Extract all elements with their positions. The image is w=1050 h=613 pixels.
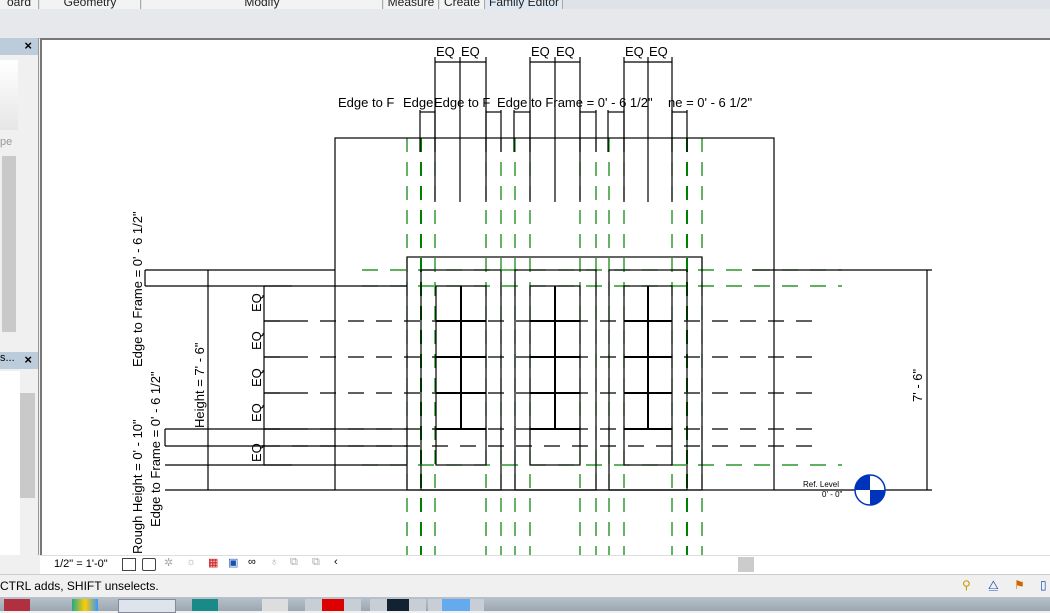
edge-to-frame-label: Edge to F [338,95,394,110]
crop-view-icon[interactable]: ▦ [208,556,218,569]
eq-label: EQ [249,403,264,422]
ribbon-panel [0,9,1050,39]
left-panels: × pe s... × [0,38,39,555]
scrollbar[interactable] [2,156,16,332]
scroll-left-icon[interactable]: ‹ [334,556,338,568]
eq-label: EQ [249,443,264,462]
taskbar-app-icon[interactable] [428,599,484,611]
taskbar-folder-icon[interactable] [262,599,288,611]
close-icon[interactable]: × [24,38,32,53]
status-message: CTRL adds, SHIFT unselects. [0,579,159,593]
level-head-icon [870,490,885,505]
eq-label: EQ [531,44,550,59]
eq-label: EQ [625,44,644,59]
type-label: pe [0,136,13,148]
close-icon[interactable]: × [24,352,32,367]
eq-label: EQ [249,331,264,350]
select-links-icon[interactable]: ⚲ [962,578,971,592]
drawing-canvas[interactable]: EQ EQ EQ EQ EQ EQ Edge to F Edge Edge to F Edge t… [40,38,1050,557]
scale-button[interactable]: 1/2" = 1'-0" [54,558,108,570]
edge-to-frame-label: Edge to F [434,95,490,110]
type-preview [0,60,18,130]
taskbar-app-icon[interactable] [305,599,361,611]
crop-region-icon[interactable]: ▣ [228,556,238,569]
tab-clipboard[interactable]: oard [0,0,39,9]
tab-geometry[interactable]: Geometry [40,0,141,9]
scrollbar[interactable] [20,393,35,498]
project-browser-header: s... × [0,352,38,369]
edge-to-frame-label: Edge to Frame = 0' - 6 1/2" [497,95,653,110]
taskbar-app-icon[interactable] [4,599,30,611]
highlight-icon[interactable]: ⧉ [312,556,320,569]
status-bar: CTRL adds, SHIFT unselects. ⚲ ⧋ ⚑ ▯ [0,574,1050,598]
eq-label: EQ [249,293,264,312]
tab-family-editor[interactable]: Family Editor [486,0,563,9]
tab-measure[interactable]: Measure [384,0,439,9]
taskbar [0,597,1050,613]
level-head-icon [855,475,870,490]
height-label: Height = 7' - 6" [192,342,207,428]
eq-label: EQ [249,368,264,387]
properties-header: × [0,38,38,55]
edge-to-frame-label: Edge [403,95,433,110]
edge-to-frame-label: ne = 0' - 6 1/2" [668,95,752,110]
height-label: 7' - 6" [910,369,925,402]
level-elevation: 0' - 0" [822,490,843,499]
panel-title: s... [0,352,15,364]
temporary-hide-icon[interactable]: ∞ [248,556,256,568]
select-by-face-icon[interactable]: ▯ [1040,578,1047,592]
tab-modify[interactable]: Modify [142,0,383,9]
edge-to-frame-label: Edge to Frame = 0' - 6 1/2" [130,211,145,367]
eq-label: EQ [556,44,575,59]
visual-style-icon[interactable] [142,558,156,571]
eq-label: EQ [436,44,455,59]
elevation-drawing: EQ EQ EQ EQ EQ EQEdge to F Edge Edge to F Edge t… [130,44,932,557]
taskbar-app-icon[interactable] [370,599,426,611]
reveal-hidden-icon[interactable]: ♁ [270,556,278,568]
taskbar-app-icon[interactable] [72,599,98,611]
edge-to-frame-label: Edge to Frame = 0' - 6 1/2" [148,371,163,527]
eq-label: EQ [649,44,668,59]
level-name: Ref. Level [803,480,839,489]
browser-tree [0,371,20,555]
view-control-bar: 1/2" = 1'-0" ✲ ☼ ▦ ▣ ∞ ♁ ⧉ ⧉ ‹ [40,555,1050,574]
horizontal-scrollbar-thumb[interactable] [738,557,754,572]
select-pinned-icon[interactable]: ⚑ [1014,578,1025,592]
sun-path-icon[interactable]: ✲ [164,556,173,569]
analytical-icon[interactable]: ⧉ [290,556,298,569]
shadows-icon[interactable]: ☼ [186,556,196,568]
select-underlay-icon[interactable]: ⧋ [988,578,999,593]
rough-height-label: Rough Height = 0' - 10" [130,419,145,554]
taskbar-app-icon[interactable] [192,599,218,611]
ribbon-tabs: oard Geometry Modify Measure Create Fami… [0,0,1050,9]
eq-label: EQ [461,44,480,59]
tab-create[interactable]: Create [440,0,485,9]
detail-level-icon[interactable] [122,558,136,571]
